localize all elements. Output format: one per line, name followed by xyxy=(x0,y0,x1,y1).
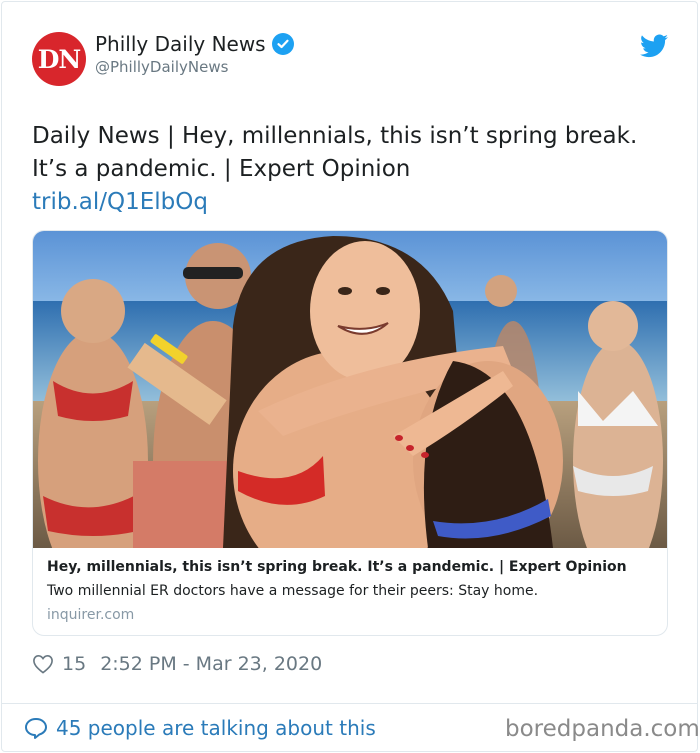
link-card-description: Two millennial ER doctors have a message… xyxy=(47,583,539,599)
account-name-row[interactable]: Philly Daily News xyxy=(95,32,294,56)
avatar[interactable]: DN xyxy=(32,32,86,86)
link-card-domain: inquirer.com xyxy=(47,607,135,623)
footer-divider xyxy=(1,703,698,704)
link-card-title[interactable]: Hey, millennials, this isn’t spring brea… xyxy=(47,559,647,575)
link-card-body: Hey, millennials, this isn’t spring brea… xyxy=(47,559,647,623)
tweet-timestamp[interactable]: 2:52 PM - Mar 23, 2020 xyxy=(100,653,322,675)
speech-bubble-icon xyxy=(25,718,47,739)
like-count[interactable]: 15 xyxy=(62,653,86,675)
talking-count-label[interactable]: 45 people are talking about this xyxy=(56,716,376,740)
tweet-meta: 15 2:52 PM - Mar 23, 2020 xyxy=(32,653,322,675)
tweet-text: Daily News | Hey, millennials, this isn’… xyxy=(32,123,638,182)
tweet-text-block: Daily News | Hey, millennials, this isn’… xyxy=(32,120,652,219)
tweet-link[interactable]: trib.al/Q1ElbOq xyxy=(32,186,652,219)
twitter-logo-icon[interactable] xyxy=(640,34,668,58)
link-preview-card[interactable]: Hey, millennials, this isn’t spring brea… xyxy=(32,230,668,636)
watermark: boredpanda.com xyxy=(505,716,700,742)
heart-icon[interactable] xyxy=(32,654,54,674)
talking-link[interactable]: 45 people are talking about this xyxy=(24,716,376,740)
account-handle[interactable]: @PhillyDailyNews xyxy=(95,58,228,76)
verified-badge-icon xyxy=(271,33,294,55)
article-photo xyxy=(33,231,667,548)
avatar-text: DN xyxy=(37,44,82,74)
account-name[interactable]: Philly Daily News xyxy=(95,32,266,56)
